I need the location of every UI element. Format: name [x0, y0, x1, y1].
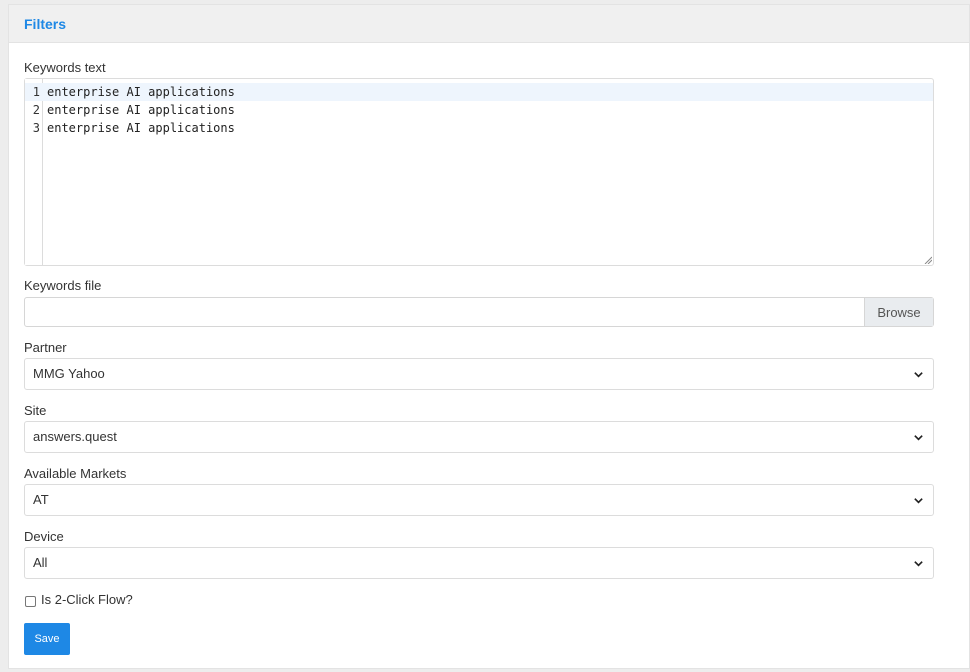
partner-value: MMG Yahoo: [33, 366, 105, 381]
two-click-checkbox[interactable]: [25, 596, 36, 607]
chevron-down-icon: [914, 498, 923, 504]
partner-select[interactable]: MMG Yahoo: [24, 358, 934, 390]
line-number: 1: [32, 85, 40, 99]
chevron-down-icon: [914, 435, 923, 441]
markets-select[interactable]: AT: [24, 484, 934, 516]
device-value: All: [33, 555, 48, 570]
keywords-file-input[interactable]: Browse: [24, 297, 934, 327]
filters-card: Filters Keywords text 1 enterprise AI ap…: [8, 4, 970, 669]
device-select[interactable]: All: [24, 547, 934, 579]
partner-label: Partner: [24, 340, 67, 355]
markets-value: AT: [33, 492, 49, 507]
keywords-text-editor[interactable]: 1 enterprise AI applications 2 enterpris…: [24, 78, 934, 266]
line-number: 2: [32, 103, 40, 117]
markets-label: Available Markets: [24, 466, 127, 481]
editor-line[interactable]: 2 enterprise AI applications: [25, 101, 933, 119]
keywords-file-label: Keywords file: [24, 278, 102, 293]
site-label: Site: [24, 403, 47, 418]
chevron-down-icon: [914, 561, 923, 567]
device-label: Device: [24, 529, 64, 544]
site-select[interactable]: answers.quest: [24, 421, 934, 453]
line-text: enterprise AI applications: [47, 103, 235, 117]
card-header: Filters: [9, 5, 969, 43]
line-text: enterprise AI applications: [47, 121, 235, 135]
two-click-label[interactable]: Is 2-Click Flow?: [41, 592, 133, 607]
card-title: Filters: [24, 15, 67, 32]
line-number: 3: [32, 121, 40, 135]
chevron-down-icon: [914, 372, 923, 378]
site-value: answers.quest: [33, 429, 117, 444]
line-text: enterprise AI applications: [47, 85, 235, 99]
keywords-text-label: Keywords text: [24, 60, 106, 75]
editor-line[interactable]: 1 enterprise AI applications: [25, 83, 933, 101]
resize-handle-icon[interactable]: [924, 256, 932, 264]
save-button[interactable]: Save: [24, 623, 70, 655]
browse-button[interactable]: Browse: [864, 298, 933, 326]
editor-line[interactable]: 3 enterprise AI applications: [25, 119, 933, 137]
